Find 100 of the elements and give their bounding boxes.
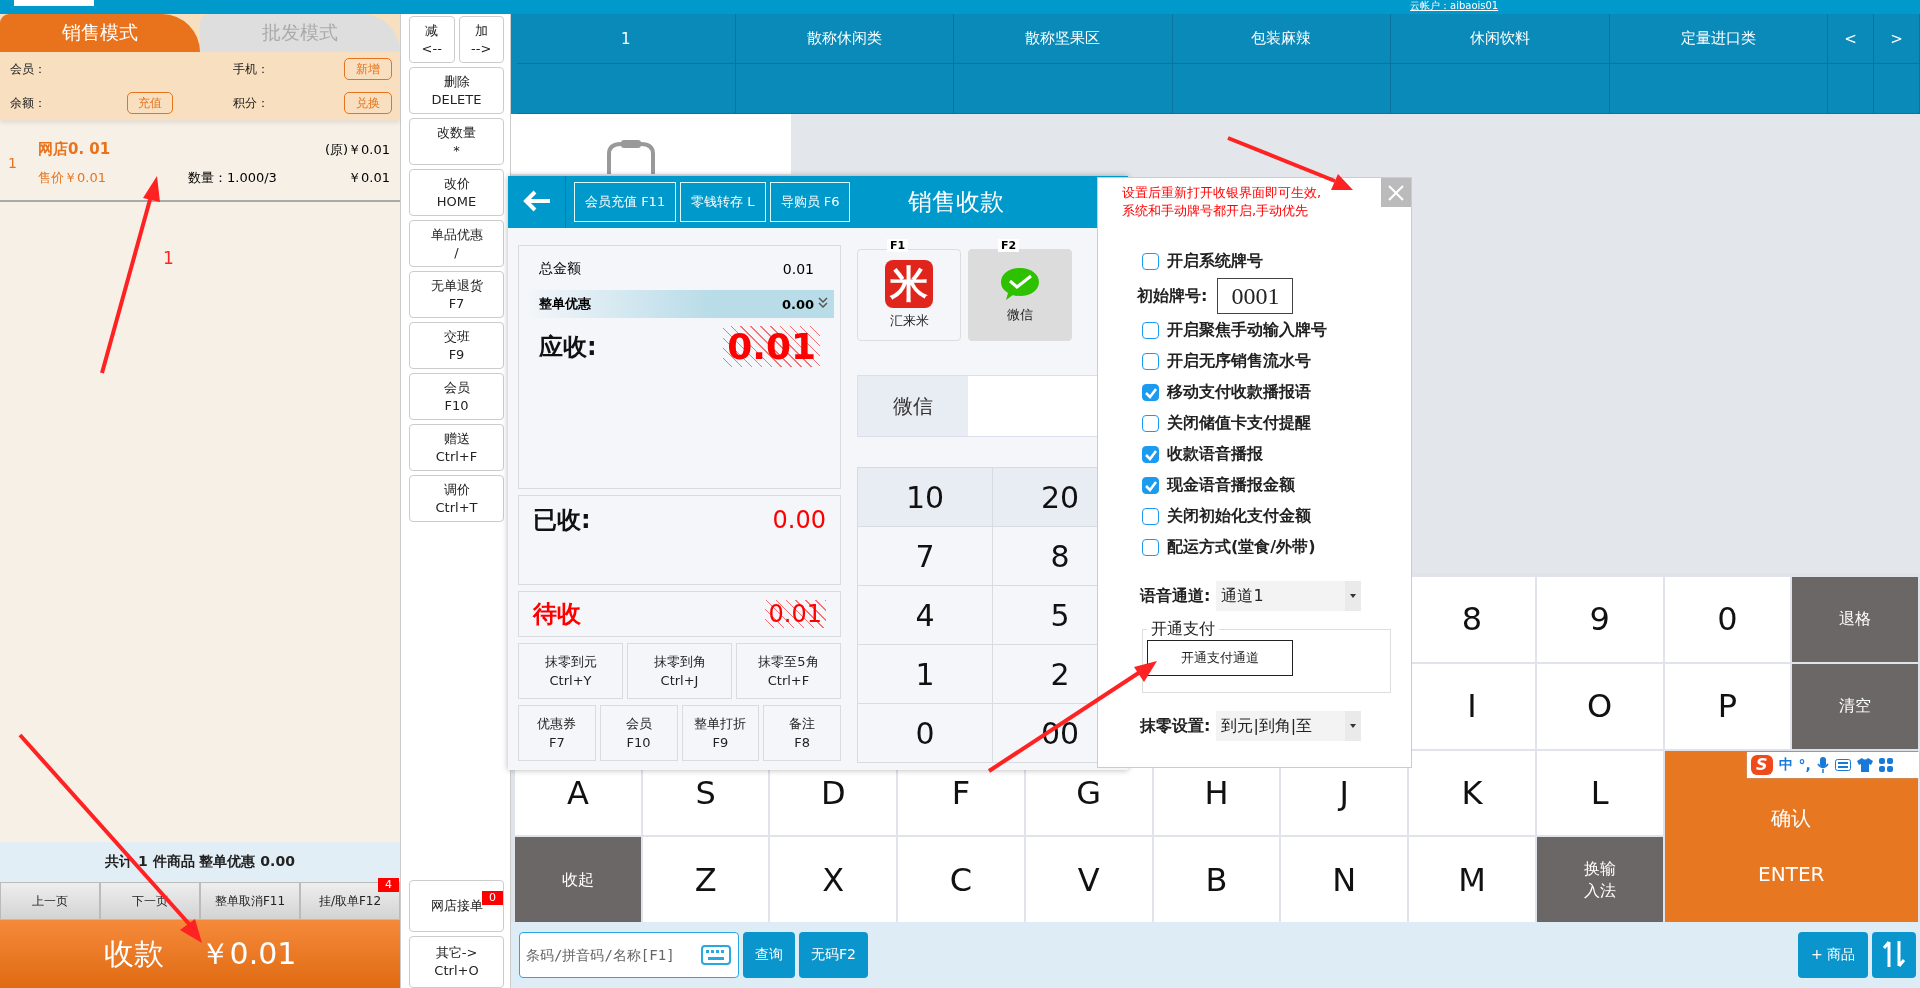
side-button[interactable]: 单品优惠 / <box>409 220 504 267</box>
side-button[interactable]: 网店接单 0 <box>409 880 504 932</box>
keyboard-key[interactable]: 清空 <box>1792 663 1918 749</box>
checkbox[interactable] <box>1142 446 1159 463</box>
rounding-button[interactable]: 抹零到元 Ctrl+Y <box>518 643 623 699</box>
shirt-icon[interactable] <box>1856 758 1873 772</box>
member-label: 会员： <box>10 60 47 78</box>
list-button[interactable]: 整单取消F11 <box>200 882 300 920</box>
keyboard-key[interactable]: X <box>770 837 897 922</box>
payment-method[interactable]: 米 汇来米 <box>857 249 961 341</box>
keyboard-key[interactable]: 退格 <box>1792 577 1918 662</box>
numpad-key[interactable]: 4 <box>858 586 993 645</box>
keyboard-key[interactable]: V <box>1025 837 1152 922</box>
microphone-icon[interactable] <box>1816 757 1829 773</box>
keyboard-key[interactable]: K <box>1409 750 1535 836</box>
shortcut-label: F2 <box>998 239 1020 252</box>
checkbox[interactable] <box>1142 253 1159 270</box>
grid-icon[interactable] <box>1878 758 1893 772</box>
category-tab[interactable]: 定量进口类 <box>1609 14 1828 64</box>
side-button[interactable]: 调价 Ctrl+T <box>409 475 504 522</box>
payment-method[interactable]: 微信 <box>968 249 1072 341</box>
caret-icon <box>1350 724 1357 728</box>
swap-button[interactable] <box>1872 932 1916 978</box>
numpad-key[interactable]: 1 <box>858 645 993 704</box>
checkbox[interactable] <box>1142 322 1159 339</box>
keyboard-key[interactable]: C <box>898 837 1024 922</box>
side-button[interactable]: 无单退货 F7 <box>409 271 504 318</box>
category-nav-button[interactable]: < <box>1828 14 1874 64</box>
checkbox-label: 开启系统牌号 <box>1167 251 1263 272</box>
checkbox[interactable] <box>1142 477 1159 494</box>
received-value: 0.00 <box>772 506 826 534</box>
keyboard-key[interactable]: 0 <box>1664 577 1791 662</box>
side-button[interactable]: 交班 F9 <box>409 322 504 369</box>
keyboard-key[interactable]: 换输入法 <box>1536 837 1663 922</box>
ime-label[interactable]: °, <box>1798 757 1811 773</box>
list-button[interactable]: 上一页 <box>0 882 100 920</box>
keyboard-key[interactable]: Z <box>642 837 769 922</box>
keyboard-key[interactable]: L <box>1536 750 1663 836</box>
back-arrow-icon <box>521 188 552 213</box>
numpad-key[interactable]: 10 <box>858 468 993 527</box>
group-title: 开通支付 <box>1150 619 1216 640</box>
side-button[interactable]: 减 <-- <box>409 16 455 63</box>
keyboard-key[interactable]: M <box>1409 837 1535 922</box>
category-tab[interactable]: 1 <box>517 14 736 64</box>
rounding-button[interactable]: 抹零至5角 Ctrl+F <box>736 643 841 699</box>
points-label: 积分： <box>233 94 270 112</box>
keyboard-key[interactable]: 8 <box>1409 577 1535 662</box>
category-nav-button[interactable]: > <box>1874 14 1920 64</box>
search-field[interactable]: 条码/拼音码/名称[F1] <box>519 932 739 978</box>
checkmark-icon <box>1143 386 1158 399</box>
checkbox[interactable] <box>1142 384 1159 401</box>
side-button[interactable]: 改价 HOME <box>409 169 504 216</box>
side-button[interactable]: 会员 F10 <box>409 373 504 420</box>
checkbox-label: 收款语音播报 <box>1167 444 1263 465</box>
keyboard-key[interactable]: 9 <box>1536 577 1663 662</box>
side-button[interactable]: 加 --> <box>458 16 504 63</box>
close-button[interactable] <box>1381 178 1411 207</box>
payment-action-button[interactable]: 整单打折 F9 <box>681 705 760 761</box>
keyboard-key[interactable]: O <box>1536 663 1663 749</box>
rounding-button[interactable]: 抹零到角 Ctrl+J <box>627 643 732 699</box>
payment-action-button[interactable]: 优惠券 F7 <box>518 705 596 761</box>
field-label: 抹零设置: <box>1140 715 1211 737</box>
checkbox[interactable] <box>1142 415 1159 432</box>
ime-logo[interactable]: S <box>1751 755 1773 775</box>
category-tab[interactable]: 休闲饮料 <box>1391 14 1610 64</box>
keyboard-icon[interactable] <box>701 945 731 965</box>
checkbox[interactable] <box>1142 508 1159 525</box>
numpad-key[interactable]: 7 <box>858 527 993 586</box>
category-tab[interactable]: 散称休闲类 <box>735 14 954 64</box>
voice-channel-select[interactable]: 通道1 <box>1216 581 1362 611</box>
numpad-key[interactable]: 0 <box>858 704 993 763</box>
keyboard-key[interactable]: B <box>1153 837 1280 922</box>
dialog-title: 销售收款 <box>908 187 1005 218</box>
side-button[interactable]: 赠送 Ctrl+F <box>409 424 504 471</box>
shortcut-label: F1 <box>887 239 909 252</box>
ime-label[interactable]: 中 <box>1778 756 1793 774</box>
category-tab[interactable]: 包装麻辣 <box>1172 14 1391 64</box>
side-button[interactable]: 其它-> Ctrl+O <box>409 936 504 988</box>
payment-action-button[interactable]: 备注 F8 <box>763 705 841 761</box>
open-payment-button[interactable]: 开通支付通道 <box>1147 640 1293 676</box>
original-price: (原)￥0.01 <box>324 140 390 159</box>
payment-action-button[interactable]: 会员 F10 <box>599 705 678 761</box>
field-label: 初始牌号: <box>1137 285 1208 307</box>
total-value: 0.01 <box>782 261 814 277</box>
side-button[interactable]: 删除 DELETE <box>409 67 504 114</box>
keyboard-icon[interactable] <box>1834 759 1851 771</box>
checkbox-label: 关闭储值卡支付提醒 <box>1167 413 1311 434</box>
balance-label: 余额： <box>10 94 47 112</box>
keyboard-key[interactable]: 收起 <box>515 837 641 922</box>
category-tab[interactable]: 散称坚果区 <box>954 14 1173 64</box>
keyboard-key[interactable]: I <box>1409 663 1535 749</box>
checkbox[interactable] <box>1142 353 1159 370</box>
keyboard-key[interactable]: P <box>1664 663 1791 749</box>
checkbox[interactable] <box>1142 539 1159 556</box>
side-button[interactable]: 改数量 * <box>409 118 504 165</box>
start-number-field[interactable]: 0001 <box>1217 278 1294 314</box>
pending-label: 待收 <box>533 599 581 630</box>
total-label: 总金额 <box>539 260 581 278</box>
keyboard-key[interactable]: N <box>1281 837 1408 922</box>
rounding-select[interactable]: 到元|到角|至 <box>1216 711 1362 741</box>
